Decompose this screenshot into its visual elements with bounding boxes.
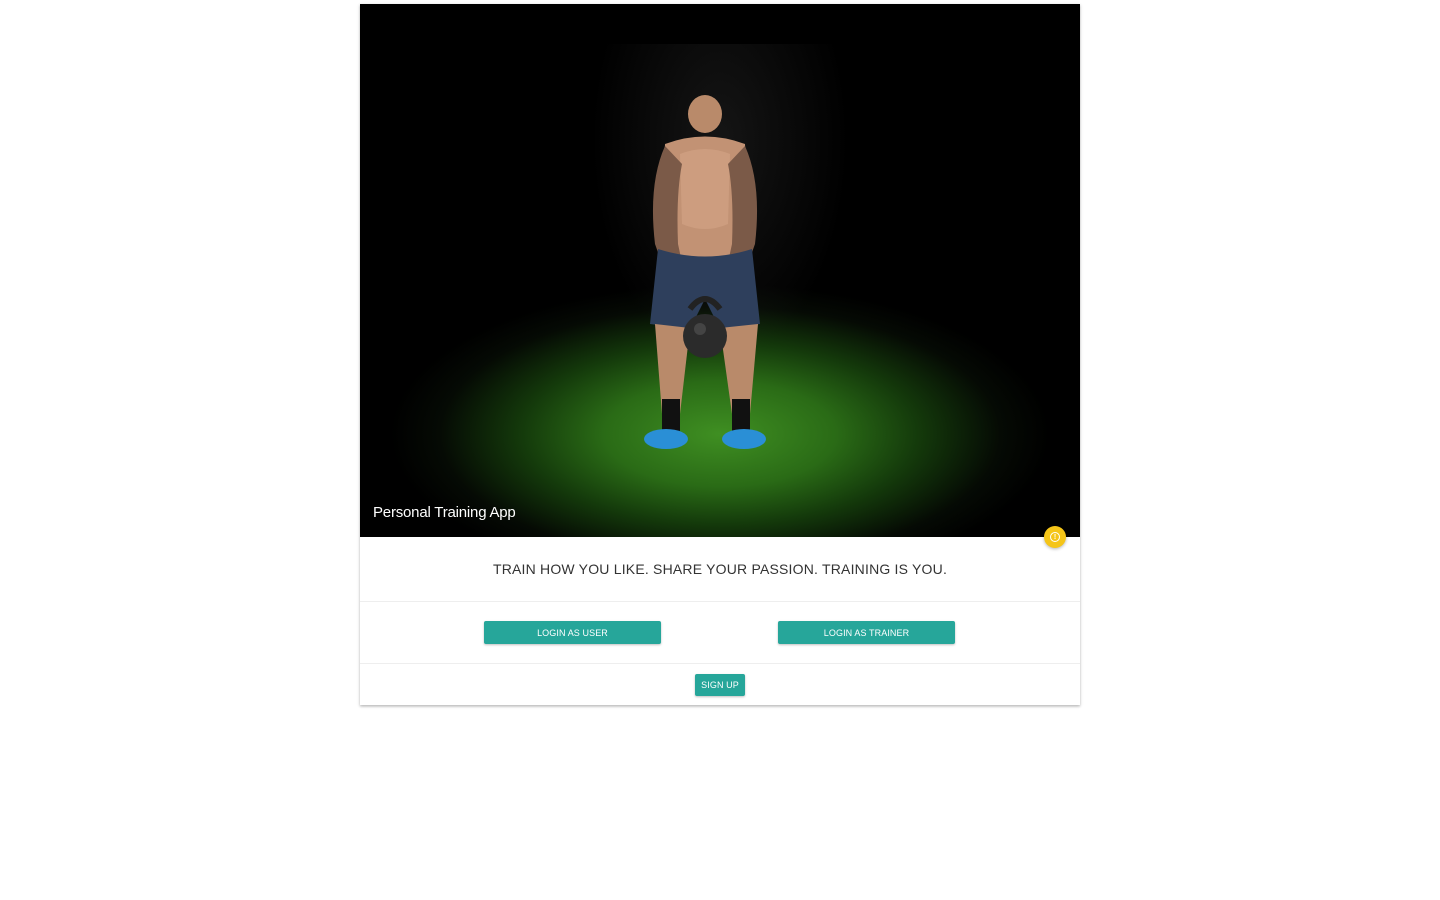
info-icon: !: [1050, 532, 1060, 542]
signup-action: SIGN UP: [360, 664, 1080, 705]
login-as-trainer-button[interactable]: LOGIN AS TRAINER: [778, 621, 955, 644]
info-fab-button[interactable]: !: [1044, 526, 1066, 548]
app-title: Personal Training App: [373, 504, 516, 521]
athlete-illustration: [644, 95, 766, 449]
login-as-user-button[interactable]: LOGIN AS USER: [484, 621, 661, 644]
hero-image: Personal Training App: [360, 4, 1080, 537]
login-actions: LOGIN AS USER LOGIN AS TRAINER: [360, 602, 1080, 664]
welcome-card: Personal Training App TRAIN HOW YOU LIKE…: [360, 4, 1080, 705]
sign-up-button[interactable]: SIGN UP: [695, 673, 745, 696]
tagline: TRAIN HOW YOU LIKE. SHARE YOUR PASSION. …: [360, 537, 1080, 602]
